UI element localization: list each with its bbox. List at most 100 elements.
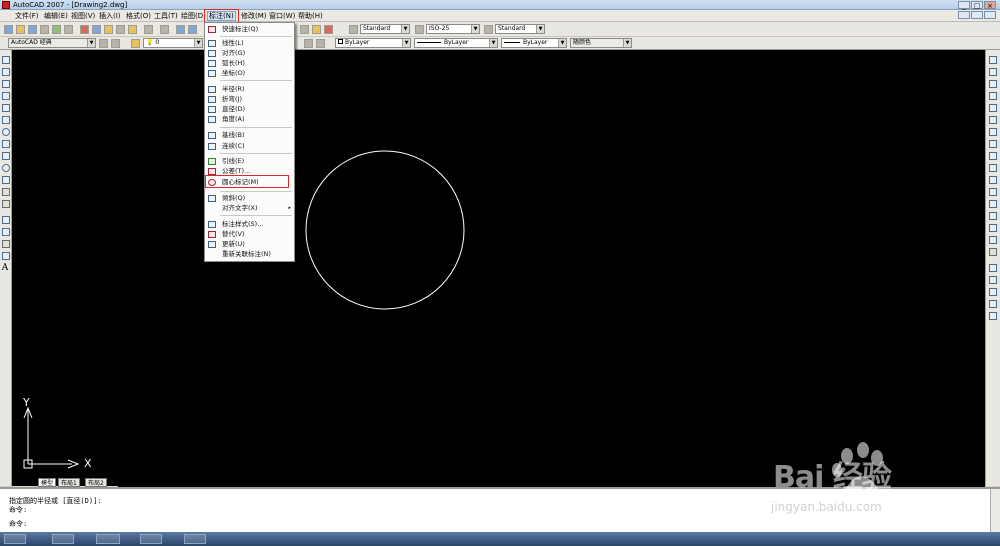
plot-preview-icon[interactable] [52,25,61,34]
table-style-icon[interactable] [484,25,493,34]
pan-icon[interactable] [176,25,185,34]
layer-manager-icon[interactable] [131,39,140,48]
menu-edit[interactable]: 编辑(E) [43,11,69,21]
table-style-select[interactable]: Standard ▼ [495,24,545,34]
taskbar-app[interactable] [52,534,74,544]
circle-icon[interactable] [2,128,10,136]
maximize-button[interactable]: □ [971,1,983,10]
taskbar-app[interactable] [140,534,162,544]
menu-item-linear[interactable]: 线性(L) [205,39,294,48]
offset-icon[interactable] [989,92,997,100]
send-under-icon[interactable] [989,312,997,320]
doc-close-button[interactable] [984,11,996,19]
workspace-settings-icon[interactable] [99,39,108,48]
menu-item-angle[interactable]: 角度(A) [205,115,294,124]
taskbar-app[interactable] [96,534,120,544]
chamfer-icon[interactable] [989,224,997,232]
paste-icon[interactable] [104,25,113,34]
point-icon[interactable] [2,216,10,224]
polygon-icon[interactable] [2,92,10,100]
menu-item-dim-style[interactable]: 标注样式(S)... [205,220,294,229]
bring-to-front-icon[interactable] [989,276,997,284]
layer-select[interactable]: 💡 0 ▼ [143,38,203,48]
plot-icon[interactable] [40,25,49,34]
revision-cloud-icon[interactable] [2,140,10,148]
doc-restore-button[interactable] [971,11,983,19]
menu-item-override[interactable]: 替代(V) [205,230,294,239]
region-icon[interactable] [2,252,10,260]
text-style-icon[interactable] [349,25,358,34]
break-icon[interactable] [989,200,997,208]
publish-icon[interactable] [64,25,73,34]
array-icon[interactable] [989,104,997,112]
tab-layout1[interactable]: 布局1 [58,478,80,487]
menu-item-reassociate[interactable]: 重新关联标注(N) [205,250,294,259]
make-block-icon[interactable] [2,200,10,208]
stretch-icon[interactable] [989,152,997,160]
drawing-canvas[interactable] [12,50,985,486]
copy-icon[interactable] [92,25,101,34]
close-button[interactable]: × [984,1,996,10]
undo-icon[interactable] [144,25,153,34]
rotate-icon[interactable] [989,128,997,136]
menu-modify[interactable]: 修改(M) [240,11,268,21]
minimize-button[interactable]: _ [958,1,970,10]
copy-object-icon[interactable] [989,68,997,76]
command-prompt[interactable]: 命令: [9,520,27,529]
extend-icon[interactable] [989,176,997,184]
make-current-layer-icon[interactable] [304,39,313,48]
autocad-app-icon[interactable] [2,1,10,9]
text-style-select[interactable]: Standard ▼ [360,24,410,34]
tab-layout2[interactable]: 布局2 [85,478,107,487]
join-icon[interactable] [989,212,997,220]
block-editor-icon[interactable] [128,25,137,34]
draw-order-icon[interactable] [989,264,997,272]
menu-help[interactable]: 帮助(H) [297,11,324,21]
save-icon[interactable] [28,25,37,34]
tool-palettes-icon[interactable] [324,25,333,34]
menu-item-ordinate[interactable]: 坐标(O) [205,69,294,78]
hatch-icon[interactable] [2,228,10,236]
zoom-realtime-icon[interactable] [188,25,197,34]
menu-file[interactable]: 文件(F) [14,11,40,21]
menu-tools[interactable]: 工具(T) [153,11,179,21]
explode-icon[interactable] [989,248,997,256]
menu-view[interactable]: 视图(V) [70,11,96,21]
fillet-icon[interactable] [989,236,997,244]
mirror-icon[interactable] [989,80,997,88]
color-select[interactable]: ByLayer ▼ [335,38,411,48]
spline-icon[interactable] [2,152,10,160]
open-file-icon[interactable] [16,25,25,34]
menu-item-oblique[interactable]: 倾斜(Q) [205,194,294,203]
menu-item-continue[interactable]: 连续(C) [205,142,294,151]
redo-icon[interactable] [160,25,169,34]
drawn-circle[interactable] [305,150,465,310]
polyline-icon[interactable] [2,80,10,88]
line-icon[interactable] [2,56,10,64]
multiline-text-icon[interactable]: A [0,263,10,273]
menu-item-radius[interactable]: 半径(R) [205,85,294,94]
linetype-select[interactable]: ByLayer ▼ [414,38,498,48]
move-icon[interactable] [989,116,997,124]
menu-format[interactable]: 格式(O) [125,11,152,21]
dim-style-icon[interactable] [415,25,424,34]
arc-icon[interactable] [2,116,10,124]
design-center-icon[interactable] [312,25,321,34]
workspace-select[interactable]: AutoCAD 经典 ▼ [8,38,96,48]
cut-icon[interactable] [80,25,89,34]
ellipse-arc-icon[interactable] [2,176,10,184]
plotstyle-select[interactable]: 随颜色 ▼ [570,38,632,48]
menu-item-jogged[interactable]: 折弯(J) [205,95,294,104]
dim-style-select[interactable]: ISO-25 ▼ [426,24,480,34]
construction-line-icon[interactable] [2,68,10,76]
erase-icon[interactable] [989,56,997,64]
lineweight-select[interactable]: ByLayer ▼ [501,38,567,48]
menu-item-arc-length[interactable]: 弧长(H) [205,59,294,68]
tab-model[interactable]: 模型 [38,478,57,487]
menu-item-quick-dim[interactable]: 快速标注(Q) [205,25,294,34]
send-to-back-icon[interactable] [989,288,997,296]
new-file-icon[interactable] [4,25,13,34]
break-at-point-icon[interactable] [989,188,997,196]
match-properties-icon[interactable] [116,25,125,34]
menu-draw[interactable]: 绘图(D) [180,11,207,21]
